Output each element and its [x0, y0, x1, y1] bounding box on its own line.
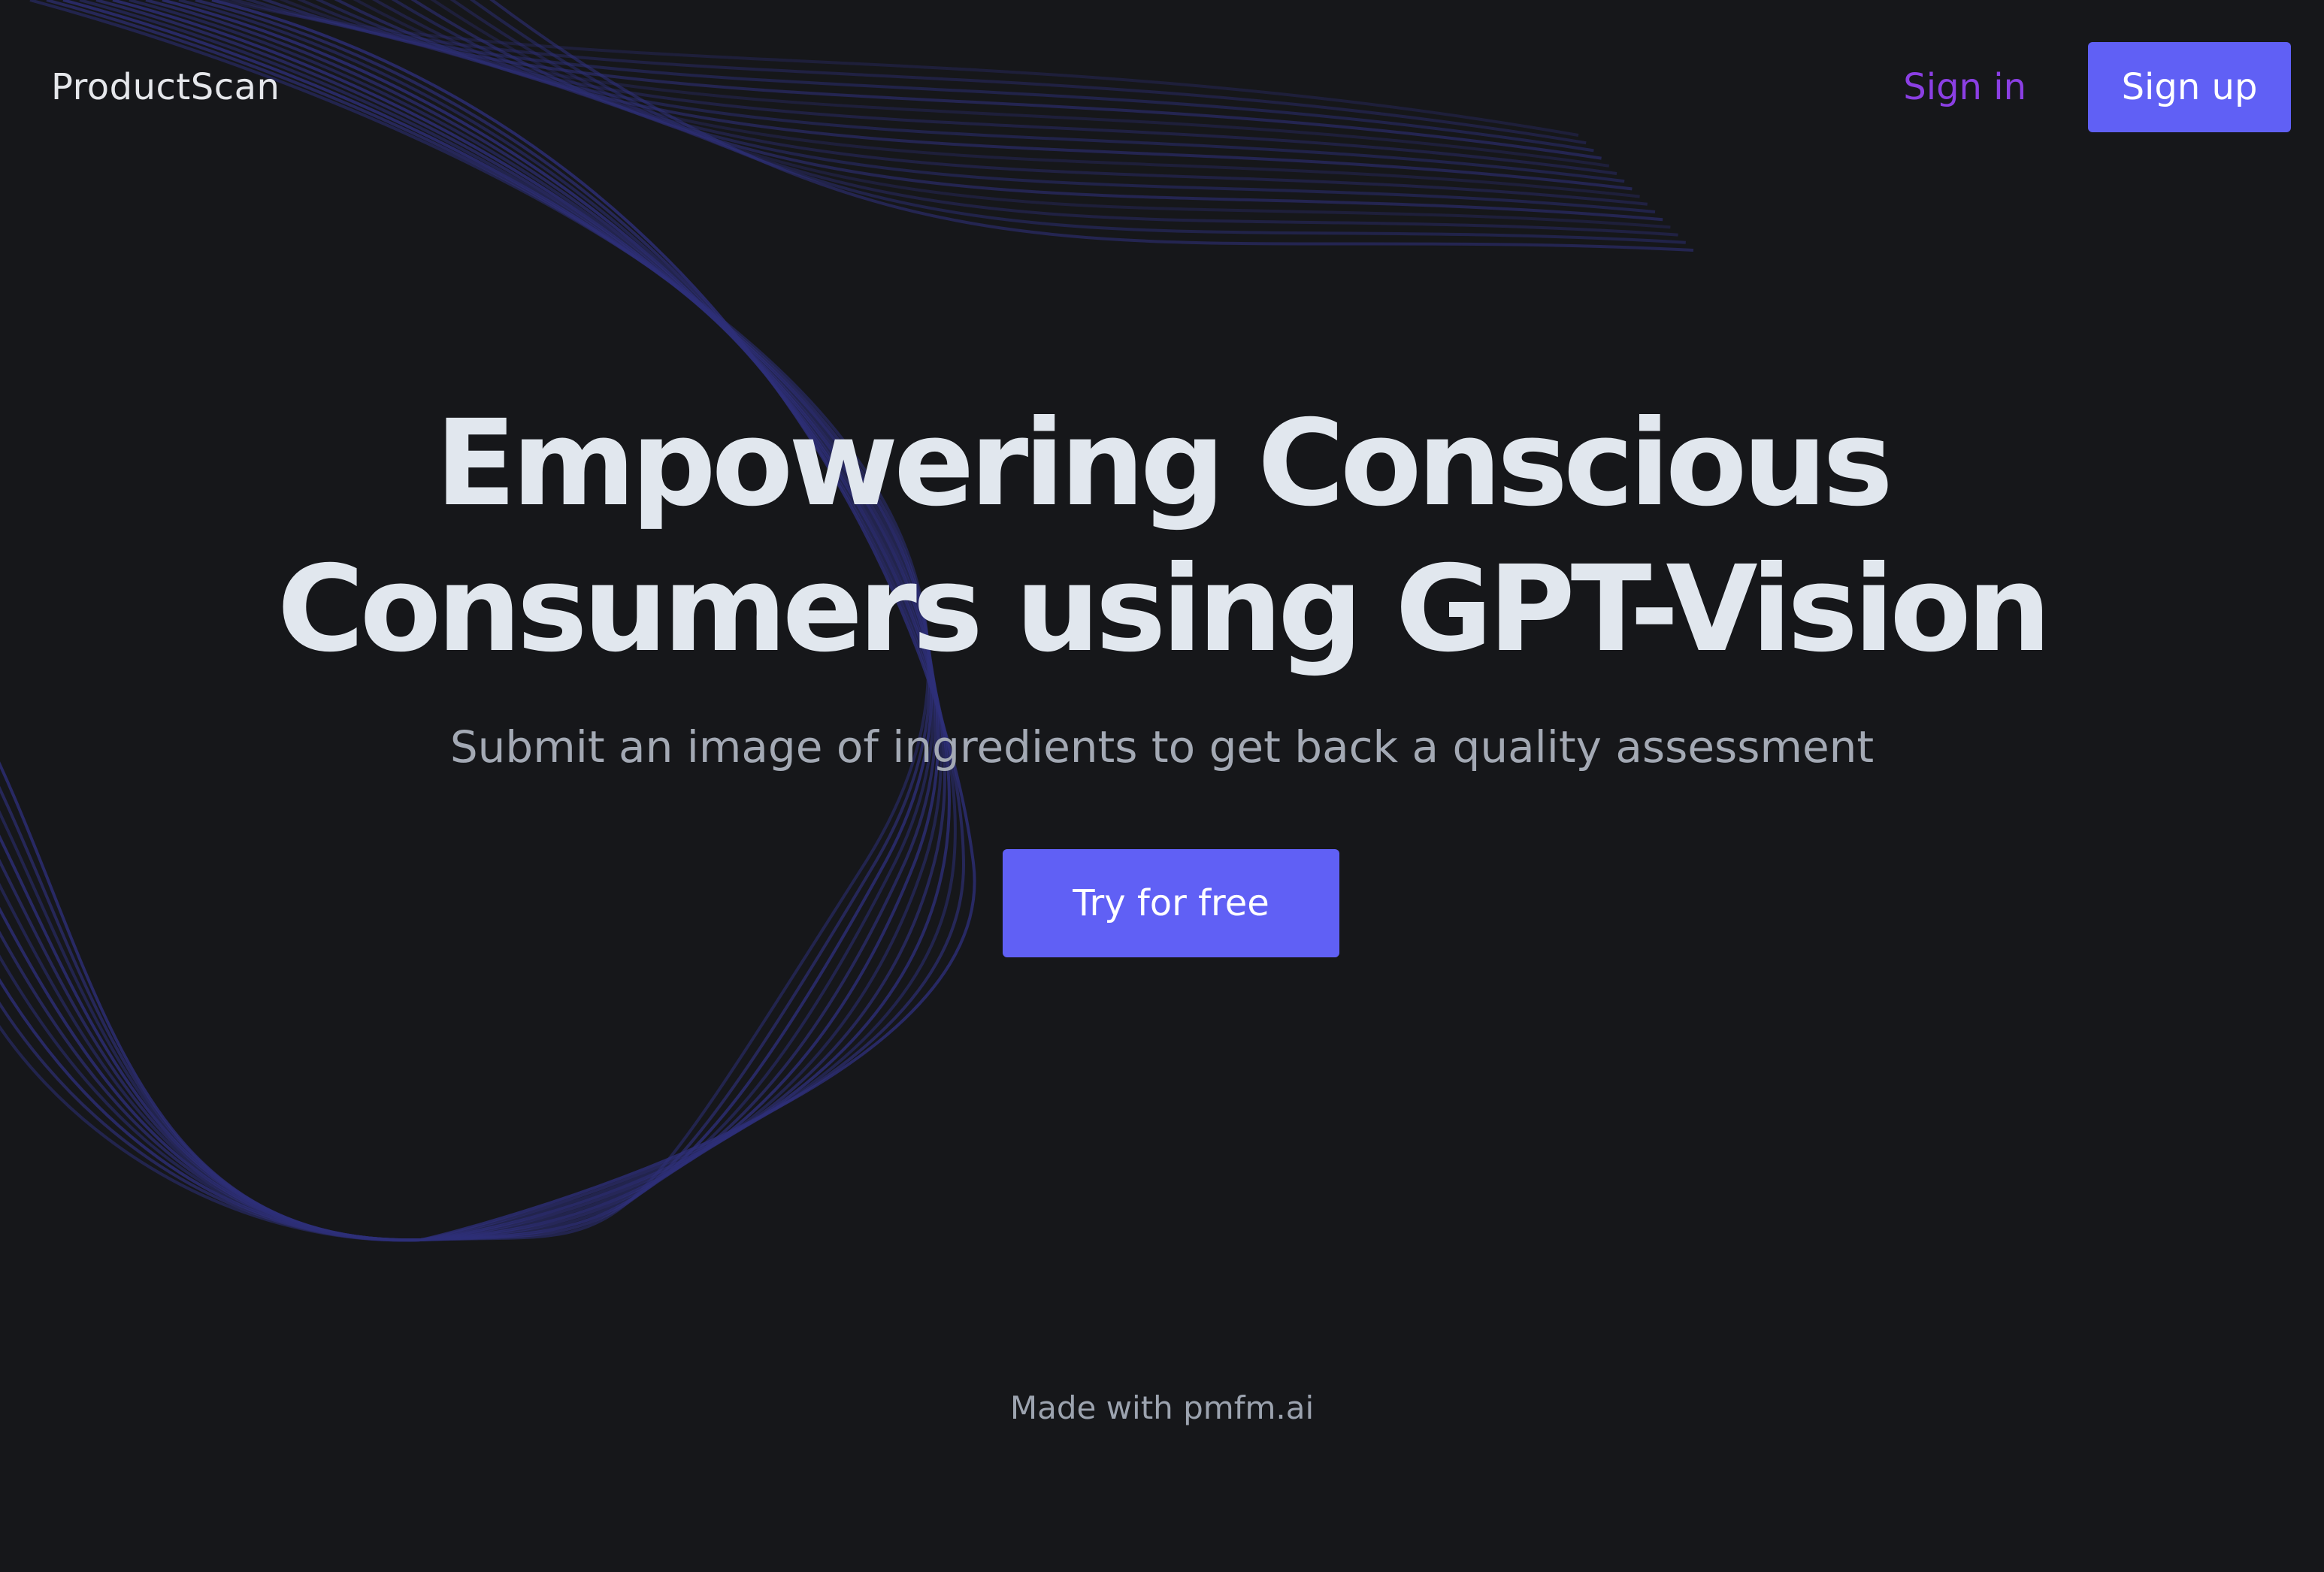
footer-credit: Made with pmfm.ai [1009, 1389, 1315, 1426]
sign-up-button[interactable]: Sign up [2088, 42, 2291, 132]
hero-section: Empowering Conscious Consumers using GPT… [0, 391, 2324, 777]
try-for-free-button[interactable]: Try for free [1003, 849, 1339, 957]
hero-title: Empowering Conscious Consumers using GPT… [277, 395, 2052, 679]
sign-in-link[interactable]: Sign in [1903, 62, 2026, 113]
site-header: ProductScan Sign in Sign up [0, 0, 2324, 177]
brand-logo-text[interactable]: ProductScan [51, 62, 280, 113]
hero-subtitle: Submit an image of ingredients to get ba… [449, 721, 1875, 772]
background-wave-lines [0, 0, 1694, 1242]
